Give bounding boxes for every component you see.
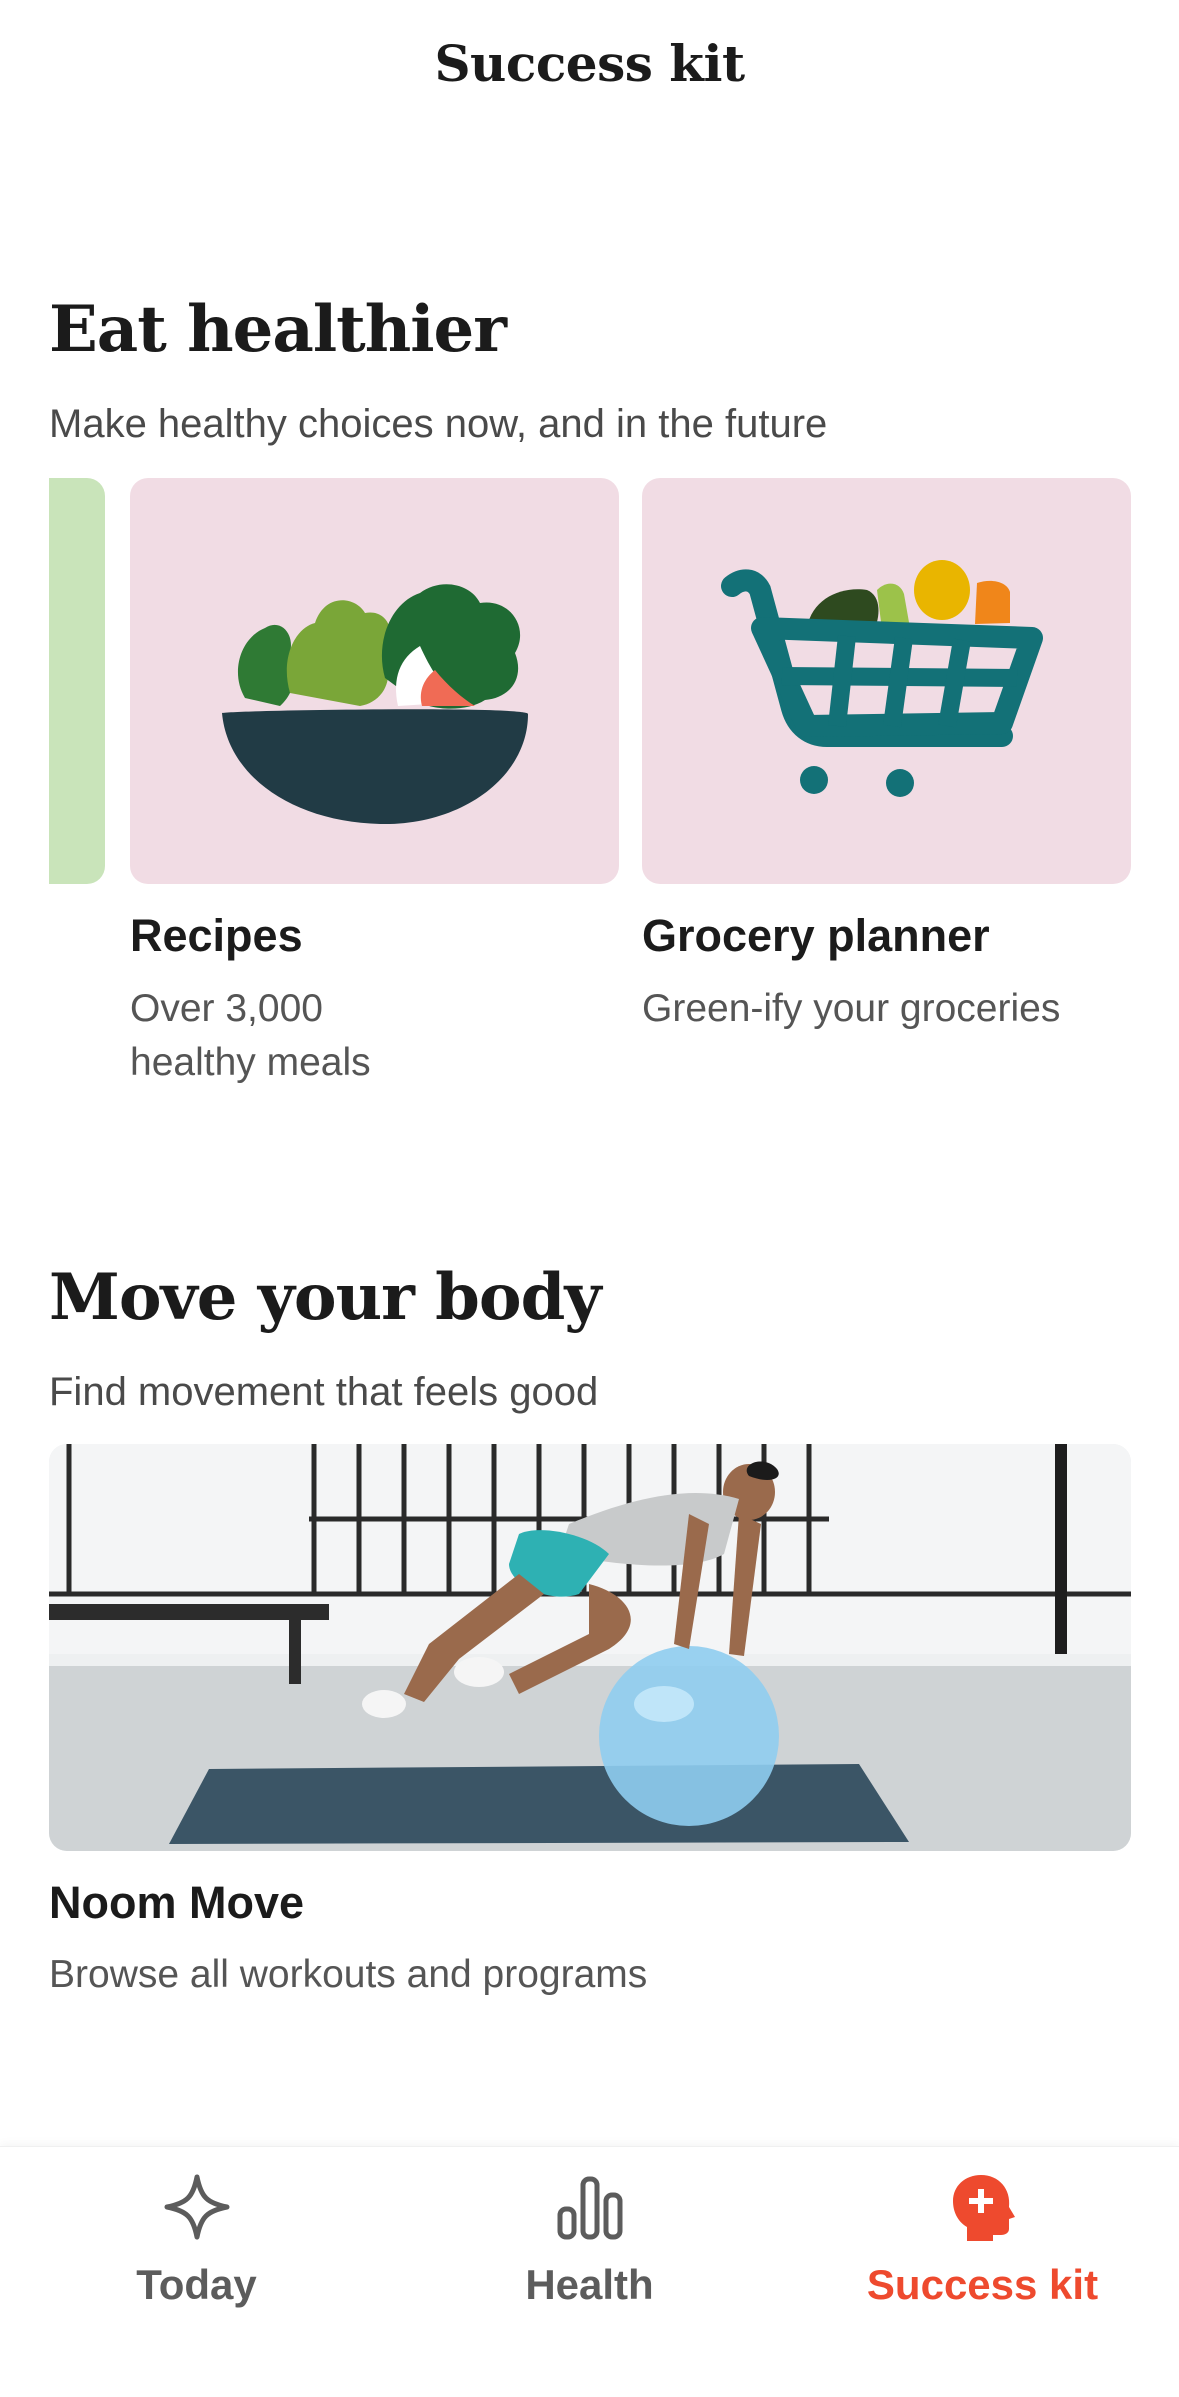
grocery-planner-title: Grocery planner	[642, 910, 990, 961]
grocery-planner-tile[interactable]	[642, 478, 1131, 884]
previous-card-tile[interactable]	[49, 478, 105, 884]
eat-section-subtitle: Make healthy choices now, and in the fut…	[49, 402, 828, 446]
eat-section-title: Eat healthier	[49, 292, 507, 367]
workout-photo	[49, 1444, 1131, 1851]
move-section-title: Move your body	[49, 1260, 601, 1335]
move-section-subtitle: Find movement that feels good	[49, 1370, 599, 1414]
head-plus-icon	[952, 2175, 1015, 2241]
nav-item-health[interactable]: Health	[393, 2147, 786, 2347]
salad-bowl-icon	[222, 584, 529, 825]
noom-move-subtitle: Browse all workouts and programs	[49, 1953, 648, 1996]
recipes-subtitle-line2: healthy meals	[130, 1041, 371, 1084]
grocery-planner-subtitle: Green-ify your groceries	[642, 987, 1061, 1030]
nav-item-today[interactable]: Today	[0, 2147, 393, 2347]
nav-label-success-kit: Success kit	[866, 2261, 1099, 2308]
bottom-navigation: Today Health Success kit	[0, 2146, 1179, 2397]
recipes-subtitle-line1: Over 3,000	[130, 987, 323, 1030]
recipes-title: Recipes	[130, 910, 303, 961]
noom-move-title: Noom Move	[49, 1877, 305, 1928]
recipes-tile[interactable]	[130, 478, 619, 884]
nav-item-success-kit[interactable]: Success kit	[786, 2147, 1179, 2347]
page-title: Success kit	[434, 34, 745, 93]
nav-label-today: Today	[136, 2261, 257, 2308]
noom-move-photo[interactable]	[49, 1444, 1131, 1851]
sparkle-icon	[164, 2174, 229, 2240]
bar-chart-icon	[557, 2176, 622, 2240]
shopping-cart-icon	[721, 560, 1043, 797]
nav-label-health: Health	[525, 2261, 654, 2308]
